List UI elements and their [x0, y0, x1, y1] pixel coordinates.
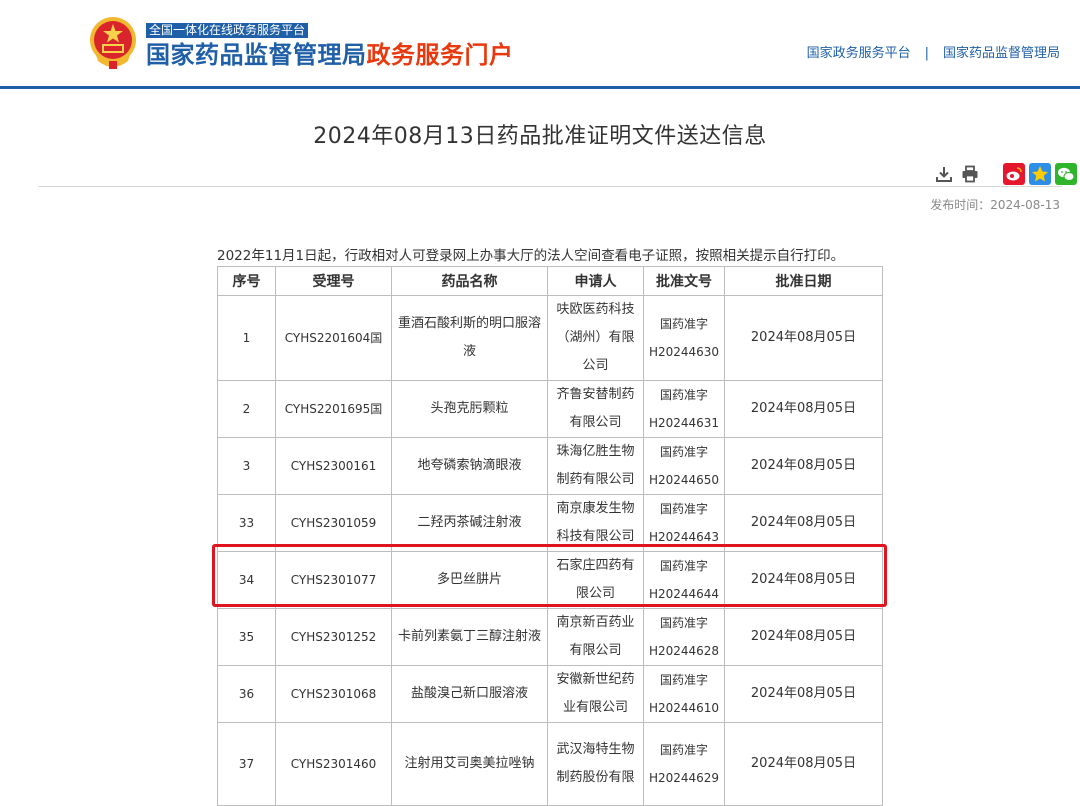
title-divider	[38, 186, 1062, 187]
cell-applicant: 安徽新世纪药业有限公司	[547, 665, 644, 723]
cell-approval-date: 2024年08月05日	[724, 551, 883, 609]
cell-approval-date: 2024年08月05日	[724, 295, 883, 381]
cell-approval-no: 国药准字H20244643	[643, 494, 725, 552]
cell-drug-name: 卡前列素氨丁三醇注射液	[391, 608, 548, 666]
cell-accept-no: CYHS2301460	[275, 722, 392, 806]
article-tools	[933, 163, 1077, 185]
cell-accept-no: CYHS2201604国	[275, 295, 392, 381]
cell-accept-no: CYHS2201695国	[275, 380, 392, 438]
cell-no: 36	[217, 665, 276, 723]
site-header: 全国一体化在线政务服务平台 国家药品监督管理局政务服务门户 国家政务服务平台 | 国…	[0, 0, 1080, 89]
cell-approval-no: 国药准字H20244629	[643, 722, 725, 806]
cell-approval-no: 国药准字H20244630	[643, 295, 725, 381]
header-divider	[0, 86, 1080, 89]
cell-accept-no: CYHS2301077	[275, 551, 392, 609]
cell-approval-no: 国药准字H20244610	[643, 665, 725, 723]
cell-approval-date: 2024年08月05日	[724, 494, 883, 552]
cell-applicant: 石家庄四药有限公司	[547, 551, 644, 609]
wechat-icon[interactable]	[1055, 163, 1077, 185]
cell-approval-no: 国药准字H20244644	[643, 551, 725, 609]
link-national-gov-service[interactable]: 国家政务服务平台	[807, 46, 911, 61]
cell-no: 33	[217, 494, 276, 552]
cell-no: 37	[217, 722, 276, 806]
col-header-drug-name: 药品名称	[391, 266, 548, 296]
weibo-icon[interactable]	[1003, 163, 1025, 185]
portal-title: 国家药品监督管理局政务服务门户	[146, 40, 514, 70]
cell-accept-no: CYHS2301068	[275, 665, 392, 723]
table-row-highlighted: 34 CYHS2301077 多巴丝肼片 石家庄四药有限公司 国药准字H2024…	[217, 551, 883, 609]
cell-accept-no: CYHS2300161	[275, 437, 392, 495]
link-separator: |	[924, 46, 929, 61]
cell-approval-no: 国药准字H20244650	[643, 437, 725, 495]
cell-drug-name: 头孢克肟颗粒	[391, 380, 548, 438]
link-nmpa[interactable]: 国家药品监督管理局	[943, 46, 1060, 61]
cell-drug-name: 注射用艾司奥美拉唑钠	[391, 722, 548, 806]
approval-table: 序号 受理号 药品名称 申请人 批准文号 批准日期 1 CYHS2201604国…	[217, 266, 883, 806]
print-icon[interactable]	[959, 163, 981, 185]
table-header-row: 序号 受理号 药品名称 申请人 批准文号 批准日期	[217, 266, 883, 296]
platform-label: 全国一体化在线政务服务平台	[146, 23, 309, 38]
cell-no: 3	[217, 437, 276, 495]
cell-approval-date: 2024年08月05日	[724, 722, 883, 806]
cell-accept-no: CYHS2301059	[275, 494, 392, 552]
qzone-icon[interactable]	[1029, 163, 1051, 185]
cell-drug-name: 盐酸溴己新口服溶液	[391, 665, 548, 723]
cell-accept-no: CYHS2301252	[275, 608, 392, 666]
publish-time: 发布时间：2024-08-13	[930, 198, 1060, 212]
cell-applicant: 呋欧医药科技（湖州）有限公司	[547, 295, 644, 381]
article-title: 2024年08月13日药品批准证明文件送达信息	[313, 124, 767, 149]
cell-approval-date: 2024年08月05日	[724, 380, 883, 438]
cell-approval-no: 国药准字H20244631	[643, 380, 725, 438]
cell-no: 1	[217, 295, 276, 381]
cell-no: 34	[217, 551, 276, 609]
cell-applicant: 珠海亿胜生物制药有限公司	[547, 437, 644, 495]
col-header-approval-date: 批准日期	[724, 266, 883, 296]
cell-applicant: 南京康发生物科技有限公司	[547, 494, 644, 552]
cell-drug-name: 重酒石酸利斯的明口服溶液	[391, 295, 548, 381]
cell-drug-name: 地夸磷索钠滴眼液	[391, 437, 548, 495]
cell-drug-name: 二羟丙茶碱注射液	[391, 494, 548, 552]
cell-applicant: 齐鲁安替制药有限公司	[547, 380, 644, 438]
table-row: 1 CYHS2201604国 重酒石酸利斯的明口服溶液 呋欧医药科技（湖州）有限…	[217, 295, 883, 381]
cell-approval-no: 国药准字H20244628	[643, 608, 725, 666]
download-icon[interactable]	[933, 163, 955, 185]
col-header-no: 序号	[217, 266, 276, 296]
col-header-accept-no: 受理号	[275, 266, 392, 296]
cell-no: 35	[217, 608, 276, 666]
table-row: 33 CYHS2301059 二羟丙茶碱注射液 南京康发生物科技有限公司 国药准…	[217, 494, 883, 552]
portal-title-accent: 政务服务门户	[366, 41, 514, 69]
cell-approval-date: 2024年08月05日	[724, 608, 883, 666]
table-row: 2 CYHS2201695国 头孢克肟颗粒 齐鲁安替制药有限公司 国药准字H20…	[217, 380, 883, 438]
portal-title-main: 国家药品监督管理局	[146, 41, 367, 69]
cell-approval-date: 2024年08月05日	[724, 665, 883, 723]
cell-applicant: 武汉海特生物制药股份有限	[547, 722, 644, 806]
cell-approval-date: 2024年08月05日	[724, 437, 883, 495]
table-row: 35 CYHS2301252 卡前列素氨丁三醇注射液 南京新百药业有限公司 国药…	[217, 608, 883, 666]
table-row: 3 CYHS2300161 地夸磷索钠滴眼液 珠海亿胜生物制药有限公司 国药准字…	[217, 437, 883, 495]
col-header-approval-no: 批准文号	[643, 266, 725, 296]
national-emblem-icon	[88, 15, 138, 71]
table-row: 36 CYHS2301068 盐酸溴己新口服溶液 安徽新世纪药业有限公司 国药准…	[217, 665, 883, 723]
cell-no: 2	[217, 380, 276, 438]
table-row: 37 CYHS2301460 注射用艾司奥美拉唑钠 武汉海特生物制药股份有限 国…	[217, 722, 883, 806]
notice-text: 2022年11月1日起，行政相对人可登录网上办事大厅的法人空间查看电子证照，按照…	[217, 248, 845, 264]
cell-drug-name: 多巴丝肼片	[391, 551, 548, 609]
top-links: 国家政务服务平台 | 国家药品监督管理局	[807, 42, 1060, 61]
col-header-applicant: 申请人	[547, 266, 644, 296]
cell-applicant: 南京新百药业有限公司	[547, 608, 644, 666]
